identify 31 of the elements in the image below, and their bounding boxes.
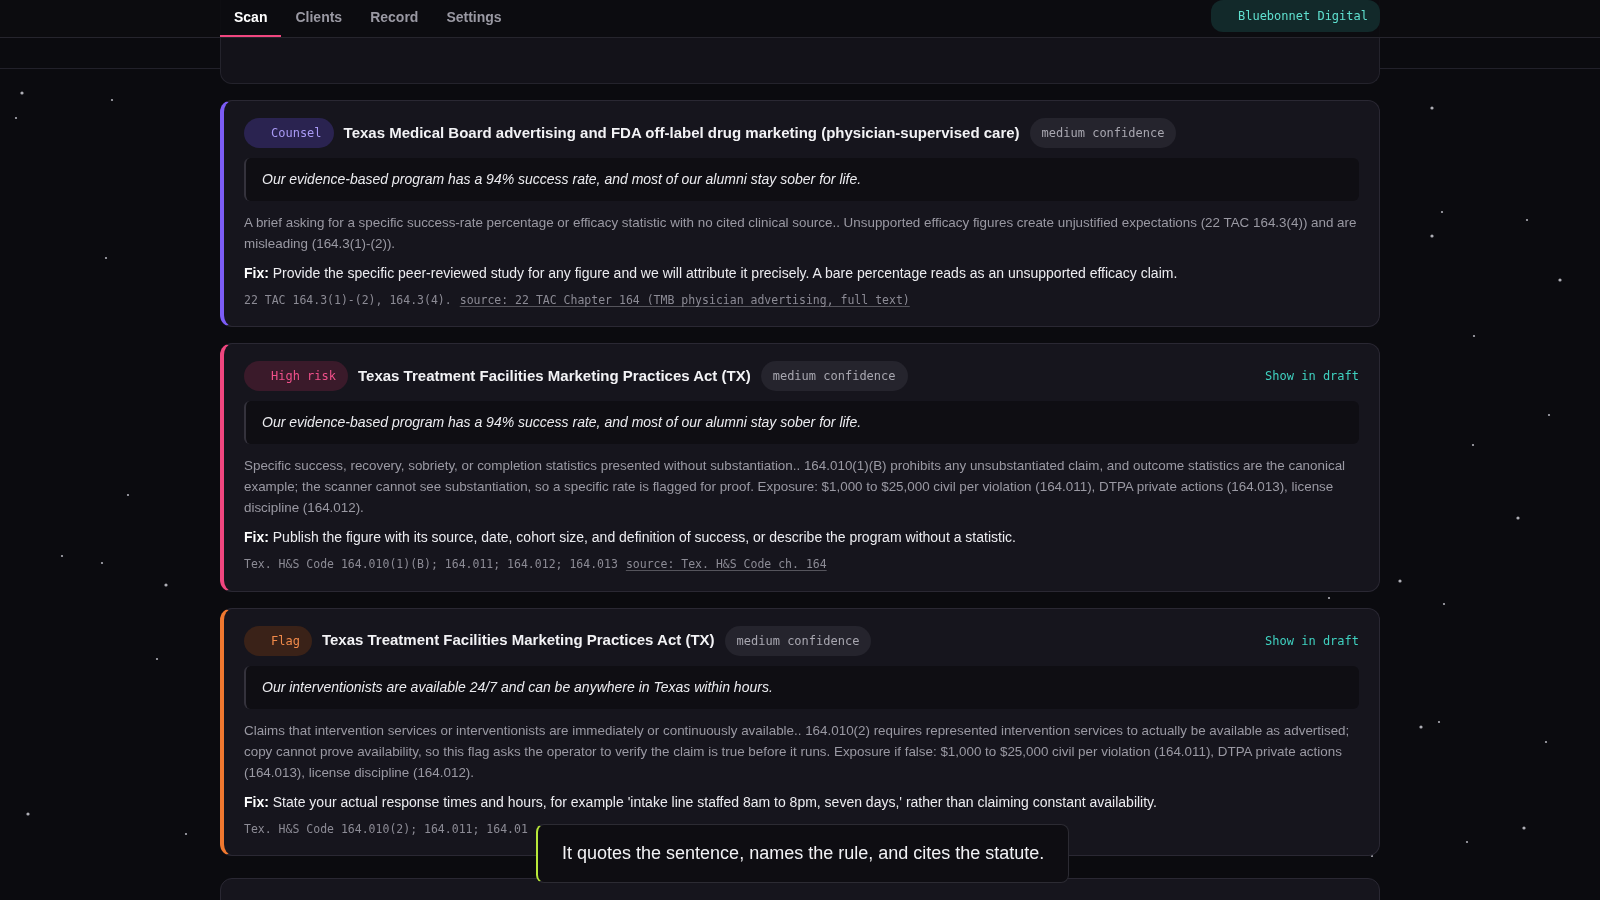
source-link[interactable]: source: Tex. H&S Code ch. 164 bbox=[625, 556, 827, 574]
nav-tab[interactable]: Clients bbox=[281, 0, 357, 37]
confidence-badge: medium confidence bbox=[1029, 118, 1177, 148]
quote-block: Our evidence-based program has a 94% success rate, and most of our alumni stay sober for life. bbox=[244, 158, 1359, 201]
citation-text: 22 TAC 164.3(1)-(2), 164.3(4). bbox=[244, 292, 452, 309]
explanation-text: A brief asking for a specific success-rate percentage or efficacy statistic with no cited clinical source.. Unsupported efficacy figures create unjustified expectations (22 TAC 164.3(4)) and are misleading (164.3(1)-(2)). bbox=[244, 214, 1358, 253]
fix-text: Fix: State your actual response times and hours, for example 'intake line staffed 8am to 8pm, seven days,' rather than claiming constant availability. bbox=[244, 792, 1158, 812]
finding-title: Texas Medical Board advertising and FDA off-label drug marketing (physician-supervised care) bbox=[343, 122, 1020, 143]
confidence-badge: medium confidence bbox=[724, 625, 872, 656]
fix-text: Fix: Publish the figure with its source, date, cohort size, and definition of success, or describe the program without a statistic. bbox=[244, 528, 1017, 548]
severity-badge: Flag bbox=[244, 625, 312, 656]
explanation-text: Specific success, recovery, sobriety, or completion statistics presented without substantiation.. 164.010(1)(B) prohibits any unsubstantiated claim, and outcome statistics are the canonical example; the scanner cannot see substantiation, so a specific rate is flagged for proof. Exposure: $1,000 to $25,000 civil per violation (164.011), DTPA private actions (164.013), license discipline (164.012). bbox=[244, 457, 1347, 518]
severity-badge: High risk bbox=[244, 361, 349, 392]
severity-badge: Counsel bbox=[244, 118, 334, 148]
workspace-pill[interactable]: Bluebonnet Digital bbox=[1210, 0, 1380, 32]
quote-block: Our interventionists are available 24/7 and can be anywhere in Texas within hours. bbox=[244, 665, 1359, 709]
citation-text: Tex. H&S Code 164.010(1)(B); 164.011; 164.012; 164.013 bbox=[244, 556, 618, 574]
nav-tab[interactable]: Record bbox=[356, 0, 433, 37]
citation-text: Tex. H&S Code 164.010(2); 164.011; 164.01 bbox=[244, 820, 528, 838]
nav-tab[interactable]: Settings bbox=[432, 0, 516, 37]
explanation-text: Claims that intervention services or interventionists are immediately or continuously available.. 164.010(2) requires represented intervention services to actually be available as advertised; copy cannot prove availability, so this flag asks the operator to verify the claim is true before it runs. Exposure if false: $1,000 to $25,000 civil per violation (164.011), DTPA private actions (164.013), license discipline (164.012). bbox=[244, 721, 1351, 782]
source-link[interactable]: source: 22 TAC Chapter 164 (TMB physician advertising, full text) bbox=[459, 292, 910, 310]
quote-block: Our evidence-based program has a 94% success rate, and most of our alumni stay sober for life. bbox=[244, 401, 1359, 445]
toast-message: It quotes the sentence, names the rule, and cites the statute. bbox=[536, 824, 1070, 883]
nav-tab[interactable]: Scan bbox=[220, 0, 282, 37]
finding-title: Texas Treatment Facilities Marketing Practices Act (TX) bbox=[321, 630, 715, 651]
fix-text: Fix: Provide the specific peer-reviewed study for any figure and we will attribute it precisely. A bare percentage reads as an unsupported efficacy claim. bbox=[244, 264, 1179, 283]
show-in-draft-link[interactable]: Show in draft bbox=[1265, 367, 1359, 386]
confidence-badge: medium confidence bbox=[760, 361, 908, 392]
show-in-draft-link[interactable]: Show in draft bbox=[1265, 631, 1359, 650]
finding-title: Texas Treatment Facilities Marketing Practices Act (TX) bbox=[358, 366, 751, 386]
